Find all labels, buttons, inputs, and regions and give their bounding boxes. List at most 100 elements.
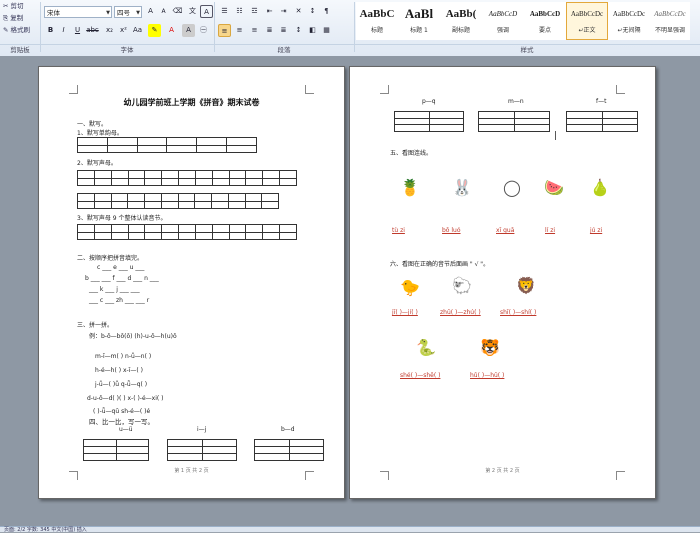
align-left-icon[interactable]: ≡ <box>218 24 231 37</box>
style-name: 标题 <box>370 27 383 34</box>
spelling-row: ( )-ǖ—qū sh-é—( )é <box>93 408 151 415</box>
section-4-heading: 四、比一比，写一写。 <box>89 418 154 426</box>
writing-grid <box>167 439 237 461</box>
style-sample: AaBbCcD <box>488 10 518 18</box>
pinyin-word: jú zi <box>590 227 603 234</box>
style-no-spacing[interactable]: AaBbCcDc ↵无间隔 <box>608 2 650 40</box>
pineapple-icon: 🍍 <box>400 178 420 197</box>
font-name-select[interactable]: 宋体 ▼ <box>44 6 112 18</box>
style-sample: AaBbC <box>359 8 395 20</box>
text-cursor: | <box>554 131 558 141</box>
chevron-down-icon: ▼ <box>106 10 110 16</box>
italic-button[interactable]: I <box>57 24 70 37</box>
align-right-icon[interactable]: ≡ <box>248 24 261 37</box>
section-2-heading: 二、按顺序把拼音填完。 <box>77 255 144 262</box>
style-subtitle[interactable]: AaBb(副标题 <box>440 2 482 40</box>
chinese-layout-icon[interactable]: ✕ <box>292 5 305 18</box>
page-2: p—q m—n f—t | 五、看图连线。 🍍 🐰 ◯ 🍉 🍐 tù zi bō… <box>349 66 656 499</box>
style-name: 副标题 <box>451 27 470 34</box>
chick-icon: 🐤 <box>400 278 420 297</box>
compare-label: b—d <box>281 426 295 433</box>
char-shading-icon[interactable]: A <box>182 24 195 37</box>
style-subtle-emphasis[interactable]: AaBbCcDc 不明显强调 <box>650 2 690 40</box>
example-row: 例：b-ō—bō(ō) (h)-u-ō—h(u)ō <box>89 333 177 340</box>
sort-icon[interactable]: ↕ <box>306 5 319 18</box>
style-title[interactable]: AaBbC 标题 <box>356 2 398 40</box>
char-border-icon[interactable]: A <box>200 5 213 18</box>
compare-label: u—ü <box>119 426 133 433</box>
font-size-select[interactable]: 四号 ▼ <box>114 6 142 18</box>
sheep-icon: 🐑 <box>452 276 472 295</box>
pinyin-choice: hǔ( )—hū( ) <box>470 372 505 379</box>
styles-group-label: 样式 <box>354 44 700 56</box>
style-name: ↵无间隔 <box>617 27 641 34</box>
copy-icon: ⎘ <box>3 14 9 22</box>
subscript-button[interactable]: x₂ <box>103 24 116 37</box>
writing-grid <box>394 111 464 132</box>
distributed-icon[interactable]: ≣ <box>277 24 290 37</box>
shrink-font-button[interactable]: A <box>157 5 170 18</box>
pinyin-choice: shé( )—shē( ) <box>400 372 441 379</box>
grow-font-button[interactable]: A <box>144 5 157 18</box>
style-sample: AaBbCcDc <box>570 10 604 18</box>
font-group-label: 字体 <box>40 44 214 56</box>
writing-grid <box>77 224 297 240</box>
format-painter-label: 格式刷 <box>10 26 31 34</box>
spelling-row: h-é—h( ) x-ī—( ) <box>95 367 143 374</box>
style-sample: AaBbCcDc <box>654 10 686 18</box>
phonetic-guide-icon[interactable]: 文 <box>186 5 199 18</box>
spelling-row: m-ī—m( ) n-ǚ—n( ) <box>95 353 152 360</box>
page-title: 幼儿园学前班上学期《拼音》期末试卷 <box>123 98 260 107</box>
style-sample: AaBbCcD <box>529 10 561 18</box>
pinyin-word: lí zi <box>545 227 556 234</box>
style-normal[interactable]: AaBbCcDc ↵正文 <box>566 2 608 40</box>
sequence-row: b ___ ___ f ___ d ___ n ___ <box>85 275 159 282</box>
writing-grid <box>254 439 324 461</box>
copy-label: 复制 <box>10 14 24 22</box>
format-painter-button[interactable]: ✎ 格式刷 <box>0 24 40 36</box>
font-name-value: 宋体 <box>47 9 60 17</box>
crop-mark <box>616 85 625 94</box>
decrease-indent-icon[interactable]: ⇤ <box>263 5 276 18</box>
crop-mark <box>305 85 314 94</box>
superscript-button[interactable]: x² <box>117 24 130 37</box>
page-footer: 第 1 页 共 2 页 <box>174 468 209 474</box>
underline-button[interactable]: U <box>71 24 84 37</box>
align-center-icon[interactable]: ≡ <box>233 24 246 37</box>
justify-icon[interactable]: ≣ <box>263 24 276 37</box>
ribbon: ✂ 剪切 ⎘ 复制 ✎ 格式刷 剪贴板 宋体 ▼ 四号 ▼ A A ⌫ 文 A B … <box>0 0 700 57</box>
copy-button[interactable]: ⎘ 复制 <box>0 12 40 24</box>
show-marks-icon[interactable]: ¶ <box>320 5 333 18</box>
pinyin-word: tù zi <box>392 227 405 234</box>
pinyin-choice: jī( )—jí( ) <box>392 309 418 316</box>
section-5-heading: 五、看图连线。 <box>390 150 433 157</box>
font-color-icon[interactable]: A <box>165 24 178 37</box>
line-spacing-icon[interactable]: ↕ <box>292 24 305 37</box>
style-emphasis[interactable]: AaBbCcD 强调 <box>482 2 524 40</box>
style-name: 要点 <box>538 27 551 34</box>
shading-icon[interactable]: ◧ <box>306 24 319 37</box>
bullets-icon[interactable]: ☰ <box>218 5 231 18</box>
section-1c-label: 3、默写声母 9 个整体认读音节。 <box>77 215 167 222</box>
increase-indent-icon[interactable]: ⇥ <box>277 5 290 18</box>
section-1a-label: 1、默写单韵母。 <box>77 130 123 137</box>
compare-label: m—n <box>508 98 524 105</box>
writing-grid <box>77 137 257 153</box>
pinyin-word: bō luó <box>442 227 461 234</box>
font-size-value: 四号 <box>117 9 130 17</box>
clipboard-group: ✂ 剪切 ⎘ 复制 ✎ 格式刷 <box>0 0 40 44</box>
strikethrough-button[interactable]: abc <box>86 24 99 37</box>
borders-icon[interactable]: ▦ <box>320 24 333 37</box>
bold-button[interactable]: B <box>44 24 57 37</box>
change-case-button[interactable]: Aa <box>131 24 144 37</box>
cut-button[interactable]: ✂ 剪切 <box>0 0 40 12</box>
enclose-char-icon[interactable]: ㊀ <box>197 24 210 37</box>
scissors-icon: ✂ <box>3 2 9 10</box>
clear-format-icon[interactable]: ⌫ <box>171 5 184 18</box>
numbering-icon[interactable]: ☷ <box>233 5 246 18</box>
multilevel-list-icon[interactable]: ☲ <box>248 5 261 18</box>
style-strong[interactable]: AaBbCcD 要点 <box>524 2 566 40</box>
highlight-icon[interactable]: ✎ <box>148 24 161 37</box>
style-heading-1[interactable]: AaBl 标题 1 <box>398 2 440 40</box>
pinyin-word: xī guā <box>496 227 515 234</box>
